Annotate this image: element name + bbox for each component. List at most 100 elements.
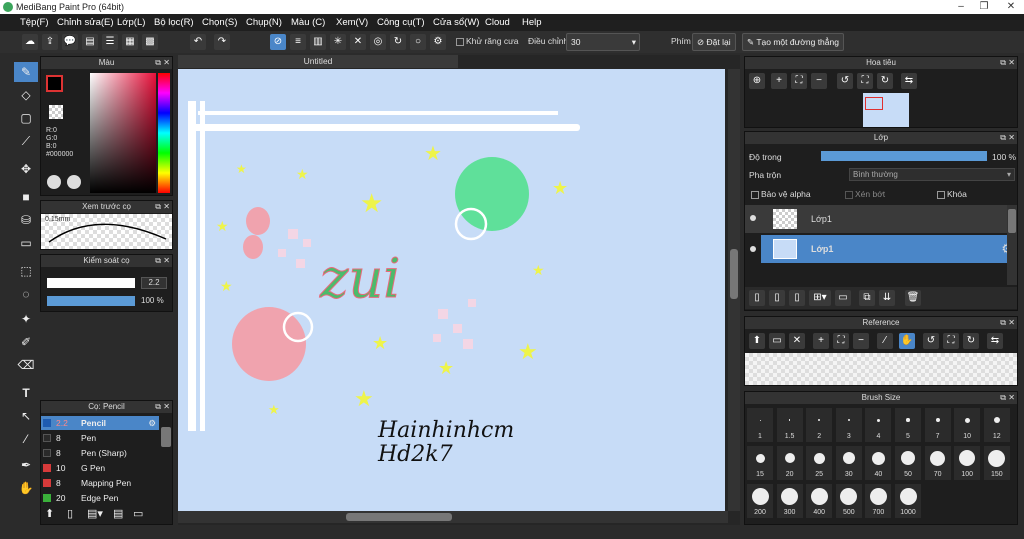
zoom-in-icon[interactable]: + (771, 73, 787, 89)
reset-button[interactable]: ⊘ Đặt lại (692, 33, 736, 51)
clip-toggle[interactable]: Xén bớt (845, 189, 885, 199)
eye-icon[interactable] (750, 246, 756, 252)
reference-fit-icon[interactable]: ⛶ (833, 333, 849, 349)
brush-size-option-150[interactable]: 150 (983, 446, 1010, 480)
brush-item-pencil[interactable]: 2.2 Pencil ⚙ (41, 416, 159, 430)
brush-item-mapping-pen[interactable]: 8 Mapping Pen (41, 476, 159, 490)
drawing-canvas[interactable]: ★ ★ ★ ★ ★ ★ ★ ★ ★ ★ ★ ★ ★ zui Hainhinhcm (178, 69, 725, 511)
flip-icon[interactable]: ⇆ (901, 73, 917, 89)
pen-tool-icon[interactable]: ✒ (14, 455, 38, 475)
line-tool-icon[interactable]: ⟋ (14, 131, 38, 151)
menu-filter[interactable]: Bộ lọc(R) (154, 17, 194, 28)
menu-edit[interactable]: Chỉnh sửa(E) (57, 17, 114, 28)
lock-toggle[interactable]: Khóa (937, 189, 967, 199)
brush-size-option-1000[interactable]: 1000 (895, 484, 921, 518)
brush-size-option-7[interactable]: 7 (924, 408, 951, 442)
horizontal-scrollbar[interactable] (178, 511, 728, 523)
vertical-scrollbar[interactable] (728, 69, 740, 511)
merge-layer-icon[interactable]: ⇊ (879, 290, 895, 306)
menu-window[interactable]: Cửa sổ(W) (433, 17, 479, 28)
bucket-tool-icon[interactable]: ⛁ (14, 210, 38, 230)
snap-radial-icon[interactable]: ✳ (330, 34, 346, 50)
brush-size-value[interactable]: 2.2 (141, 277, 167, 289)
brush-size-option-40[interactable]: 40 (865, 446, 892, 480)
detach-icon[interactable]: ⧉ (1000, 317, 1006, 329)
close-panel-icon[interactable]: ✕ (1008, 392, 1015, 404)
hue-slider[interactable] (158, 73, 170, 193)
reference-fit-window-icon[interactable]: ⛶ (943, 333, 959, 349)
brush-size-option-1.5[interactable]: 1.5 (776, 408, 803, 442)
detach-icon[interactable]: ⧉ (155, 401, 161, 413)
menu-tools[interactable]: Công cụ(T) (377, 17, 425, 28)
cloud-icon[interactable]: ☁ (22, 34, 38, 50)
snap-parallel-icon[interactable]: ≡ (290, 34, 306, 50)
snap-grid-icon[interactable]: ▥ (310, 34, 326, 50)
brush-settings-icon[interactable]: ▤ (113, 507, 127, 521)
brush-size-option-50[interactable]: 50 (895, 446, 921, 480)
brush-item-g-pen[interactable]: 10 G Pen (41, 461, 159, 475)
zoom-actual-icon[interactable]: ⛶ (791, 73, 807, 89)
new-halftone-layer-icon[interactable]: ▯ (769, 290, 785, 306)
adjust-dropdown[interactable]: 30 ▾ (566, 33, 640, 51)
brush-size-option-500[interactable]: 500 (835, 484, 862, 518)
brush-item-pen[interactable]: 8 Pen (41, 431, 159, 445)
snap-off-icon[interactable]: ⊘ (270, 34, 286, 50)
menu-help[interactable]: Help (522, 17, 542, 28)
clip-checkbox[interactable] (845, 190, 853, 199)
eyedropper-tool-icon[interactable]: ⁄ (14, 429, 38, 449)
snap-ellipse-icon[interactable]: ○ (410, 34, 426, 50)
brush-size-option-200[interactable]: 200 (747, 484, 773, 518)
undo-icon[interactable]: ↶ (190, 34, 206, 50)
maximize-icon[interactable]: ❐ (978, 1, 990, 13)
rectangle-tool-icon[interactable]: ▢ (14, 108, 38, 128)
menu-view[interactable]: Xem(V) (336, 17, 368, 28)
rotate-right-icon[interactable]: ↻ (877, 73, 893, 89)
list-icon[interactable]: ☰ (102, 34, 118, 50)
brush-size-option-15[interactable]: 15 (747, 446, 773, 480)
navigator-thumbnail[interactable] (863, 93, 909, 127)
reference-hand-icon[interactable]: ✋ (899, 333, 915, 349)
brush-tool-icon[interactable]: ✎ (14, 62, 38, 82)
redo-icon[interactable]: ↷ (214, 34, 230, 50)
brush-size-option-25[interactable]: 25 (806, 446, 833, 480)
saturation-value-picker[interactable] (90, 73, 156, 193)
palette-icon[interactable] (47, 175, 61, 189)
brush-size-option-300[interactable]: 300 (776, 484, 803, 518)
close-panel-icon[interactable]: ✕ (163, 401, 170, 413)
reference-zoom-out-icon[interactable]: − (853, 333, 869, 349)
protect-alpha-checkbox[interactable] (751, 190, 759, 199)
delete-layer-icon[interactable]: 🗑 (905, 290, 921, 306)
detach-icon[interactable]: ⧉ (155, 255, 161, 267)
brush-size-option-2[interactable]: 2 (806, 408, 833, 442)
detach-icon[interactable]: ⧉ (1000, 57, 1006, 69)
reference-cloud-icon[interactable]: ⬆ (749, 333, 765, 349)
detach-icon[interactable]: ⧉ (155, 201, 161, 213)
new-brush-icon[interactable]: ▯ (67, 507, 81, 521)
fill-rect-tool-icon[interactable]: ■ (14, 187, 38, 207)
snap-settings-icon[interactable]: ⚙ (430, 34, 446, 50)
reference-flip-icon[interactable]: ⇆ (987, 333, 1003, 349)
menu-layer[interactable]: Lớp(L) (117, 17, 145, 28)
antialias-toggle[interactable]: Khử răng cưa (456, 36, 519, 46)
brush-folder-icon[interactable]: ▭ (133, 507, 147, 521)
eraser-tool-icon[interactable]: ◇ (14, 85, 38, 105)
select-rect-tool-icon[interactable]: ⬚ (14, 261, 38, 281)
menu-cloud[interactable]: Cloud (485, 17, 510, 28)
new-layer-icon[interactable]: ▯ (749, 290, 765, 306)
menu-select[interactable]: Chọn(S) (202, 17, 237, 28)
fit-window-icon[interactable]: ⛶ (857, 73, 873, 89)
document-tab[interactable]: Untitled (178, 55, 458, 68)
brush-size-option-400[interactable]: 400 (806, 484, 833, 518)
close-icon[interactable]: ✕ (1005, 1, 1017, 13)
brush-list-scrollbar[interactable] (161, 427, 171, 447)
blend-mode-dropdown[interactable]: Bình thường ▾ (849, 168, 1015, 181)
reference-eyedropper-icon[interactable]: ⁄ (877, 333, 893, 349)
layer-menu-icon[interactable]: ⊞▾ (809, 290, 831, 306)
menu-color[interactable]: Màu (C) (291, 17, 325, 28)
brush-menu-icon[interactable]: ▤▾ (87, 507, 107, 521)
layer-opacity-slider[interactable] (821, 151, 987, 161)
brush-size-option-4[interactable]: 4 (865, 408, 892, 442)
protect-alpha-toggle[interactable]: Bảo vệ alpha (751, 189, 811, 199)
panel-icon[interactable]: ▦ (122, 34, 138, 50)
brush-size-option-10[interactable]: 10 (954, 408, 981, 442)
